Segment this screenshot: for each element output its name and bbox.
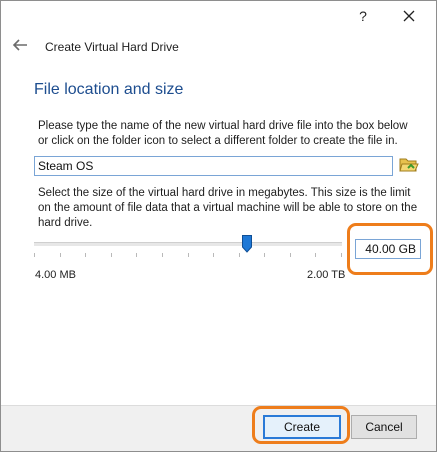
size-highlight-annotation bbox=[347, 223, 433, 275]
slider-tick bbox=[213, 253, 214, 257]
back-arrow-icon bbox=[12, 39, 27, 51]
slider-tick bbox=[290, 253, 291, 257]
slider-track bbox=[34, 242, 342, 246]
slider-tick bbox=[60, 253, 61, 257]
close-button[interactable] bbox=[397, 5, 421, 27]
slider-tick bbox=[315, 253, 316, 257]
range-max-label: 2.00 TB bbox=[307, 269, 346, 281]
help-button[interactable]: ? bbox=[351, 5, 375, 27]
back-button[interactable] bbox=[11, 37, 31, 55]
slider-tick bbox=[239, 253, 240, 257]
folder-open-icon bbox=[399, 158, 419, 172]
slider-tick bbox=[34, 253, 35, 257]
dialog-title: Create Virtual Hard Drive bbox=[45, 40, 179, 54]
location-description: Please type the name of the new virtual … bbox=[38, 120, 408, 147]
slider-tick bbox=[111, 253, 112, 257]
slider-tick bbox=[264, 253, 265, 257]
slider-tick bbox=[136, 253, 137, 257]
file-name-input[interactable] bbox=[34, 156, 393, 176]
choose-folder-button[interactable] bbox=[399, 156, 421, 176]
slider-handle[interactable] bbox=[242, 235, 252, 253]
close-icon bbox=[403, 10, 415, 22]
slider-tick bbox=[85, 253, 86, 257]
range-min-label: 4.00 MB bbox=[35, 269, 76, 281]
title-bar: ? bbox=[1, 1, 436, 31]
slider-tick bbox=[162, 253, 163, 257]
slider-tick bbox=[341, 253, 342, 257]
dialog-window: ? Create Virtual Hard Drive File locatio… bbox=[0, 0, 437, 452]
size-slider[interactable] bbox=[34, 233, 342, 257]
create-button[interactable]: Create bbox=[263, 415, 341, 439]
section-title: File location and size bbox=[34, 81, 184, 98]
slider-tick bbox=[188, 253, 189, 257]
cancel-button[interactable]: Cancel bbox=[351, 415, 417, 439]
